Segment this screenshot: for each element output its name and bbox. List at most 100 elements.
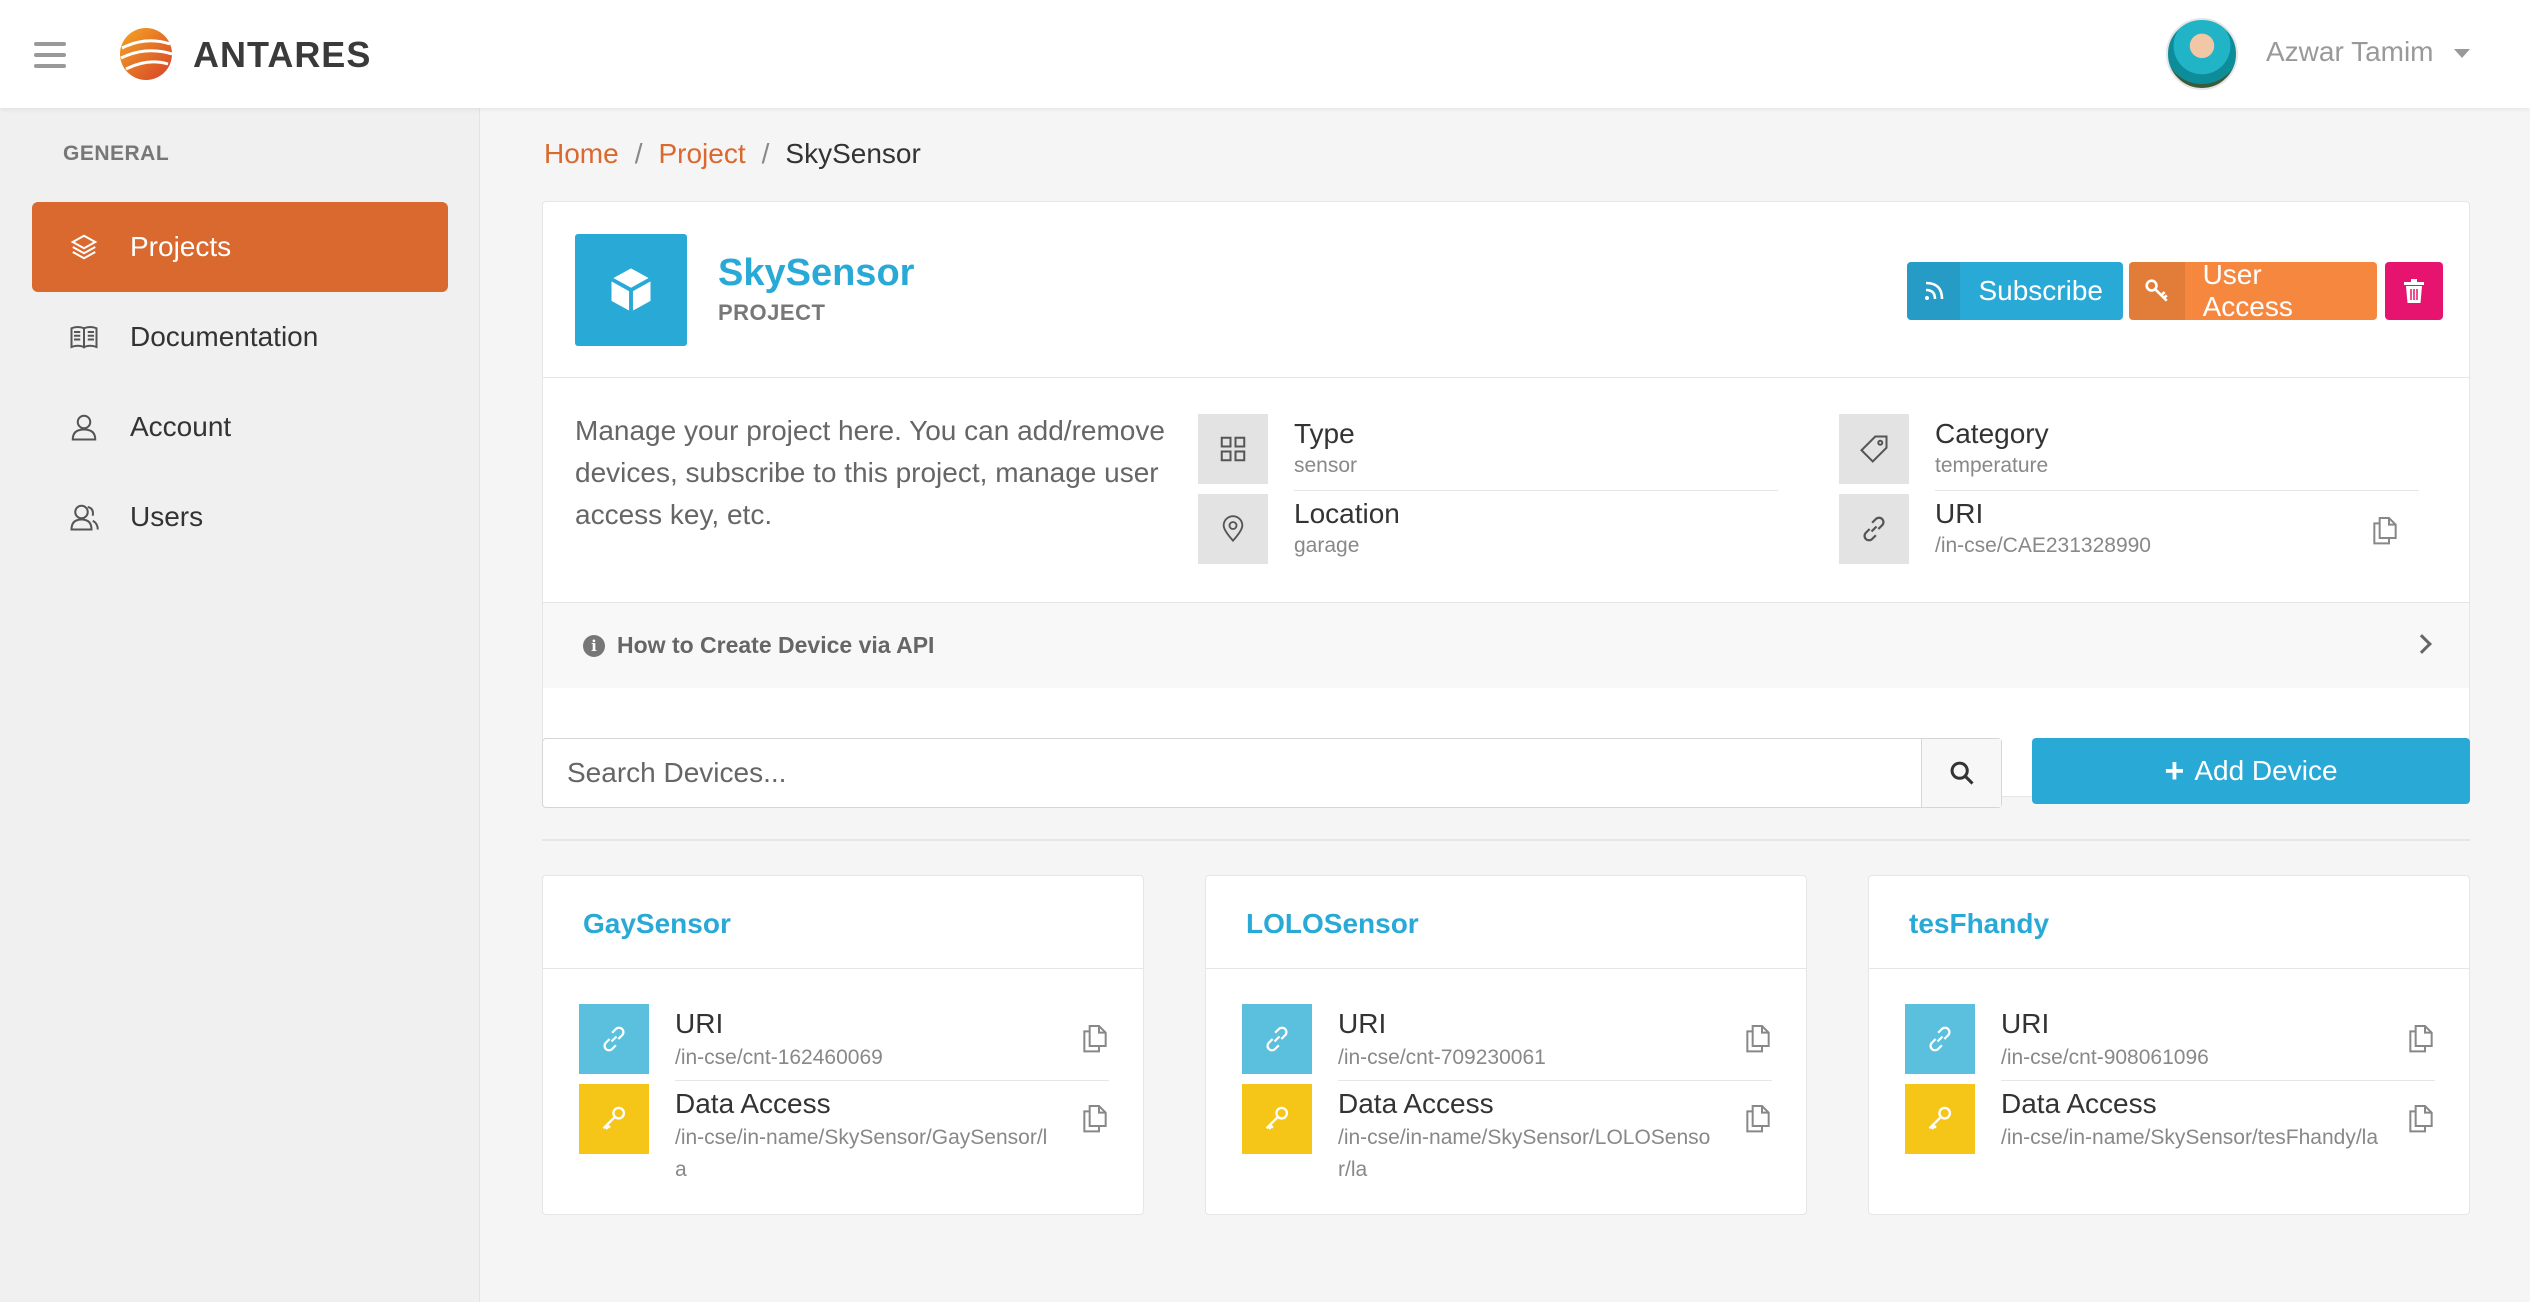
subscribe-button[interactable]: Subscribe: [1907, 262, 2123, 320]
chevron-down-icon[interactable]: [2454, 49, 2470, 58]
device-card: GaySensor URI /in-cse/cnt-162460069 Data…: [542, 875, 1144, 1215]
data-access-value: /in-cse/in-name/SkySensor/LOLOSensor/la: [1338, 1126, 1711, 1181]
key-icon: [1905, 1084, 1975, 1154]
uri-value: /in-cse/cnt-908061096: [2001, 1046, 2209, 1069]
add-device-button[interactable]: + Add Device: [2032, 738, 2470, 804]
avatar[interactable]: [2166, 18, 2238, 90]
copy-icon[interactable]: [1079, 1102, 1111, 1134]
copy-icon[interactable]: [1742, 1022, 1774, 1054]
users-icon: [66, 499, 102, 535]
category-value: temperature: [1935, 454, 2049, 477]
uri-label: URI: [2001, 1008, 2050, 1039]
copy-icon[interactable]: [2369, 514, 2401, 546]
sidebar-item-documentation[interactable]: Documentation: [32, 292, 448, 382]
link-icon: [579, 1004, 649, 1074]
device-card: tesFhandy URI /in-cse/cnt-908061096 Data…: [1868, 875, 2470, 1215]
user-access-button[interactable]: User Access: [2129, 262, 2377, 320]
uri-label: URI: [675, 1008, 724, 1039]
link-icon: [1905, 1004, 1975, 1074]
uri-value: /in-cse/cnt-162460069: [675, 1046, 883, 1069]
project-title: SkySensor: [718, 252, 915, 294]
main-content: Home / Project / SkySensor SkySensor PRO…: [480, 108, 2530, 1302]
search-icon: [1950, 761, 1974, 785]
sidebar: GENERAL Projects Documentation Account U…: [0, 108, 480, 1302]
how-to-label: How to Create Device via API: [617, 632, 935, 658]
divider: [542, 839, 2470, 841]
type-label: Type: [1294, 418, 1355, 449]
subscribe-label: Subscribe: [1978, 275, 2103, 306]
link-icon: [1242, 1004, 1312, 1074]
uri-value: /in-cse/CAE231328990: [1935, 534, 2151, 557]
data-access-label: Data Access: [2001, 1088, 2157, 1119]
sidebar-item-label: Documentation: [130, 321, 319, 352]
uri-value: /in-cse/cnt-709230061: [1338, 1046, 1546, 1069]
book-icon: [66, 319, 102, 355]
project-description: Manage your project here. You can add/re…: [575, 415, 1165, 530]
brand-name: ANTARES: [193, 34, 372, 75]
chevron-right-icon: [2412, 634, 2432, 654]
user-access-label: User Access: [2202, 262, 2293, 320]
divider: [543, 377, 2469, 378]
sidebar-item-label: Account: [130, 411, 232, 442]
info-circle-icon: i: [583, 634, 605, 657]
location-value: garage: [1294, 534, 1360, 557]
sidebar-item-label: Users: [130, 501, 204, 532]
breadcrumb-home[interactable]: Home: [544, 138, 619, 170]
layers-icon: [66, 229, 102, 265]
how-to-create-device-link[interactable]: i How to Create Device via API: [543, 602, 2469, 688]
map-pin-icon: [1198, 494, 1268, 564]
sidebar-item-label: Projects: [130, 231, 232, 262]
data-access-label: Data Access: [1338, 1088, 1494, 1119]
device-name[interactable]: LOLOSensor: [1246, 908, 1419, 940]
sidebar-item-account[interactable]: Account: [32, 382, 448, 472]
location-label: Location: [1294, 498, 1400, 529]
uri-label: URI: [1935, 498, 1984, 529]
key-icon: [1242, 1084, 1312, 1154]
sidebar-header: GENERAL: [63, 142, 170, 165]
copy-icon[interactable]: [1742, 1102, 1774, 1134]
link-icon: [1839, 494, 1909, 564]
device-name[interactable]: tesFhandy: [1909, 908, 2049, 940]
key-icon: [579, 1084, 649, 1154]
grid-icon: [1198, 414, 1268, 484]
data-access-value: /in-cse/in-name/SkySensor/tesFhandy/la: [2001, 1126, 2379, 1149]
search-button[interactable]: [1921, 739, 2001, 807]
cube-icon: [575, 234, 687, 346]
type-value: sensor: [1294, 454, 1358, 477]
antares-logo-icon: [120, 28, 173, 80]
copy-icon[interactable]: [1079, 1022, 1111, 1054]
breadcrumb-project[interactable]: Project: [658, 138, 745, 170]
plus-icon: +: [2164, 751, 2185, 790]
breadcrumb: Home / Project / SkySensor: [544, 138, 921, 170]
hamburger-menu-icon[interactable]: [34, 42, 66, 68]
data-access-value: /in-cse/in-name/SkySensor/GaySensor/la: [675, 1126, 1048, 1181]
breadcrumb-separator: /: [634, 138, 643, 169]
uri-label: URI: [1338, 1008, 1387, 1039]
top-bar: ANTARES Azwar Tamim: [0, 0, 2530, 108]
user-name[interactable]: Azwar Tamim: [2266, 36, 2434, 68]
delete-button[interactable]: [2385, 262, 2443, 320]
breadcrumb-current: SkySensor: [785, 138, 921, 169]
category-label: Category: [1935, 418, 2049, 449]
rss-icon: [1907, 262, 1961, 320]
device-card: LOLOSensor URI /in-cse/cnt-709230061 Dat…: [1205, 875, 1807, 1215]
info-type: Type sensor: [1198, 414, 1778, 491]
user-icon: [66, 409, 102, 445]
add-device-label: Add Device: [2194, 755, 2338, 786]
copy-icon[interactable]: [2405, 1102, 2437, 1134]
search-bar: [542, 738, 2002, 808]
sidebar-item-projects[interactable]: Projects: [32, 202, 448, 292]
key-icon: [2129, 262, 2185, 320]
search-input[interactable]: [543, 739, 1923, 807]
sidebar-item-users[interactable]: Users: [32, 472, 448, 562]
breadcrumb-separator: /: [761, 138, 770, 169]
info-uri: URI /in-cse/CAE231328990: [1839, 494, 2419, 564]
device-name[interactable]: GaySensor: [583, 908, 731, 940]
tag-icon: [1839, 414, 1909, 484]
trash-icon: [2404, 279, 2424, 303]
info-category: Category temperature: [1839, 414, 2419, 491]
data-access-label: Data Access: [675, 1088, 831, 1119]
info-location: Location garage: [1198, 494, 1778, 564]
project-subtitle: PROJECT: [718, 300, 826, 325]
copy-icon[interactable]: [2405, 1022, 2437, 1054]
